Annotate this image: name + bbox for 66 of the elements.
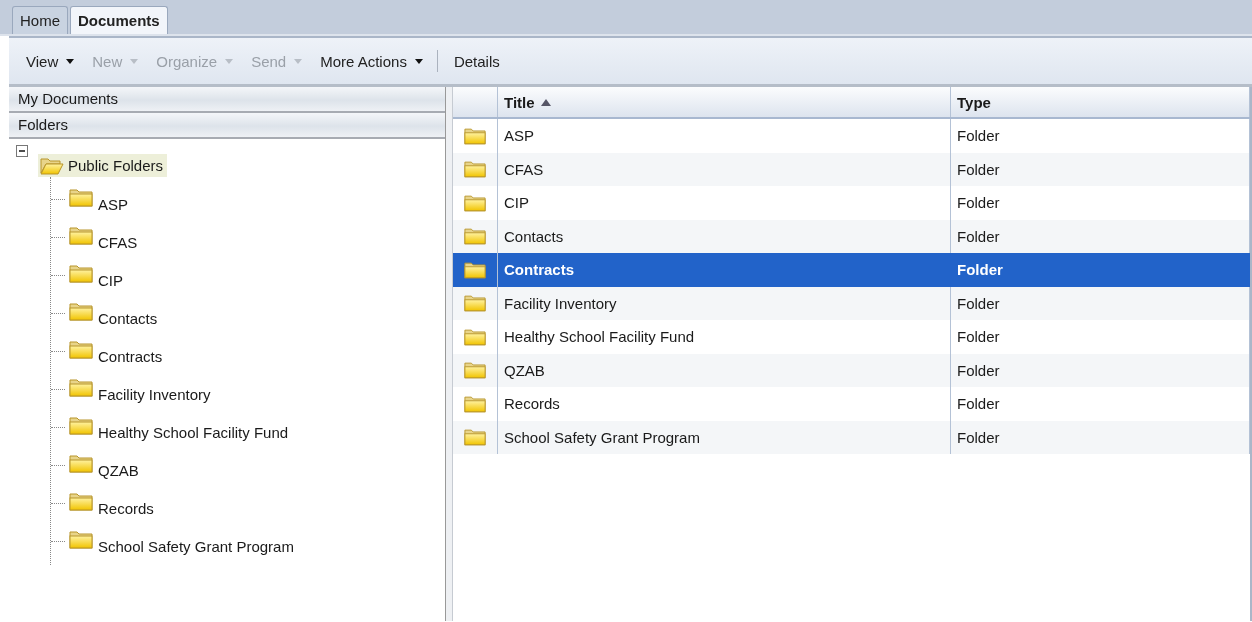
folder-icon bbox=[464, 294, 486, 313]
folder-icon bbox=[69, 530, 93, 549]
column-header[interactable]: Title bbox=[498, 87, 951, 117]
table-row[interactable]: QZAB Folder bbox=[453, 353, 1250, 387]
folder-icon bbox=[69, 454, 93, 473]
table-cell: Folder bbox=[951, 119, 1250, 153]
folder-icon bbox=[69, 492, 93, 511]
table-cell: Folder bbox=[951, 320, 1250, 354]
table-row[interactable]: School Safety Grant Program Folder bbox=[453, 420, 1250, 454]
panel-header[interactable]: My Documents bbox=[9, 87, 445, 113]
table-cell: CIP bbox=[498, 186, 951, 220]
folder-icon bbox=[464, 394, 486, 413]
table-row[interactable]: Contacts Folder bbox=[453, 219, 1250, 253]
tree-item[interactable]: QZAB bbox=[69, 454, 139, 479]
folder-icon bbox=[464, 160, 486, 179]
open-folder-icon bbox=[40, 156, 64, 175]
toolbar-button[interactable]: Details bbox=[447, 47, 506, 75]
table-cell: ASP bbox=[498, 119, 951, 153]
caret-icon bbox=[294, 58, 303, 64]
collapse-icon[interactable] bbox=[16, 145, 28, 157]
tree-item[interactable]: ASP bbox=[69, 188, 128, 213]
caret-icon bbox=[225, 58, 234, 64]
table-cell: Folder bbox=[951, 387, 1250, 421]
table-cell: School Safety Grant Program bbox=[498, 420, 951, 454]
tab[interactable]: Documents bbox=[70, 6, 168, 34]
folder-icon bbox=[464, 361, 486, 380]
folder-icon bbox=[464, 193, 486, 212]
folder-icon bbox=[69, 226, 93, 245]
tree-item[interactable]: Records bbox=[69, 492, 154, 517]
caret-icon bbox=[130, 58, 139, 64]
tree-item[interactable]: Public Folders bbox=[38, 154, 168, 177]
folder-icon bbox=[69, 188, 93, 207]
tree-item[interactable]: Contacts bbox=[69, 302, 158, 327]
tab[interactable]: Home bbox=[12, 6, 68, 34]
table-row[interactable]: Facility Inventory Folder bbox=[453, 286, 1250, 320]
table-cell: Folder bbox=[951, 253, 1250, 287]
tree-item[interactable]: School Safety Grant Program bbox=[69, 530, 294, 555]
table-cell: Folder bbox=[951, 186, 1250, 220]
folder-icon bbox=[69, 302, 93, 321]
folder-icon bbox=[69, 340, 93, 359]
table-cell: Contracts bbox=[498, 253, 951, 287]
tree-item[interactable]: Healthy School Facility Fund bbox=[69, 416, 289, 441]
folder-icon bbox=[464, 227, 486, 246]
caret-icon bbox=[66, 58, 75, 64]
table-cell: Healthy School Facility Fund bbox=[498, 320, 951, 354]
column-header[interactable]: Type bbox=[951, 87, 1250, 117]
folder-icon bbox=[69, 416, 93, 435]
table-cell: Folder bbox=[951, 420, 1250, 454]
folder-icon bbox=[69, 264, 93, 283]
folder-icon bbox=[464, 260, 486, 279]
caret-icon bbox=[414, 58, 423, 64]
menu-button[interactable]: View bbox=[20, 47, 81, 75]
tree-item[interactable]: Facility Inventory bbox=[69, 378, 211, 403]
sort-ascending-icon bbox=[540, 98, 551, 106]
table-cell: Records bbox=[498, 387, 951, 421]
tree-item[interactable]: Contracts bbox=[69, 340, 163, 365]
folder-icon bbox=[69, 378, 93, 397]
folder-icon bbox=[464, 126, 486, 145]
menu-button[interactable]: More Actions bbox=[314, 47, 429, 75]
table-row[interactable]: CFAS Folder bbox=[453, 152, 1250, 186]
table-row[interactable]: Contracts Folder bbox=[453, 253, 1250, 287]
folder-icon bbox=[464, 327, 486, 346]
tree-item[interactable]: CIP bbox=[69, 264, 123, 289]
panel-header[interactable]: Folders bbox=[9, 113, 445, 139]
folder-icon bbox=[464, 428, 486, 447]
tree-item[interactable]: CFAS bbox=[69, 226, 138, 251]
